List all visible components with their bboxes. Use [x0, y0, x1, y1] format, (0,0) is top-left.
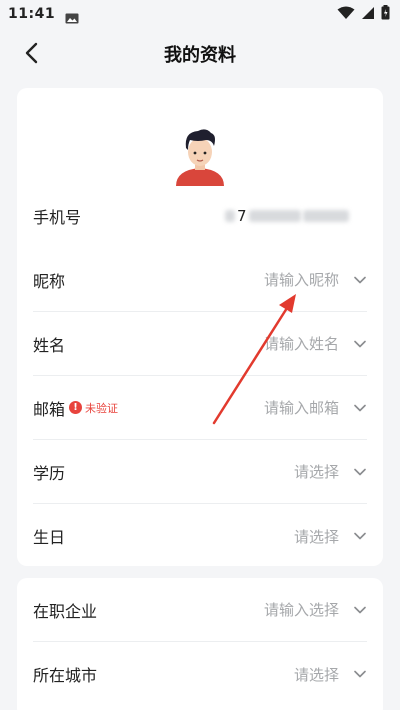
name-label: 姓名: [33, 335, 66, 355]
email-label: 邮箱: [33, 399, 66, 419]
status-time: 11:41: [8, 6, 56, 22]
chevron-down-icon: [353, 465, 367, 479]
image-icon: [65, 9, 79, 23]
email-row[interactable]: 邮箱 ! 未验证 请输入邮箱: [33, 376, 367, 440]
unverified-badge: ! 未验证: [69, 400, 118, 416]
city-row[interactable]: 所在城市 请选择: [33, 642, 367, 706]
birthday-select[interactable]: 请选择: [294, 526, 339, 547]
email-input[interactable]: 请输入邮箱: [264, 397, 339, 418]
phone-value-digit: 7: [237, 207, 247, 225]
avatar[interactable]: [172, 126, 228, 186]
status-bar: 11:41: [0, 0, 400, 28]
birthday-row[interactable]: 生日 请选择: [33, 504, 367, 568]
nickname-row[interactable]: 昵称 请输入昵称: [33, 248, 367, 312]
phone-row: 手机号 7: [33, 184, 367, 248]
chevron-down-icon: [353, 529, 367, 543]
education-row[interactable]: 学历 请选择: [33, 440, 367, 504]
page-title: 我的资料: [164, 45, 236, 66]
phone-label: 手机号: [33, 208, 82, 227]
unverified-text: 未验证: [85, 401, 119, 415]
city-select[interactable]: 请选择: [294, 664, 339, 685]
education-label: 学历: [33, 463, 66, 483]
chevron-down-icon: [353, 273, 367, 287]
nickname-input[interactable]: 请输入昵称: [264, 269, 339, 290]
company-row[interactable]: 在职企业 请输入选择: [33, 578, 367, 642]
chevron-down-icon: [353, 401, 367, 415]
company-input[interactable]: 请输入选择: [264, 599, 339, 620]
work-card: 在职企业 请输入选择 所在城市 请选择: [17, 578, 383, 710]
phone-value: 7: [225, 207, 349, 225]
chevron-down-icon: [353, 603, 367, 617]
city-label: 所在城市: [33, 666, 98, 685]
chevron-down-icon: [353, 337, 367, 351]
company-label: 在职企业: [33, 601, 98, 621]
profile-card: 手机号 7 昵称 请输入昵称 姓名 请输入姓名 邮箱 ! 未验证 请输入邮箱 学…: [17, 88, 383, 566]
education-select[interactable]: 请选择: [294, 461, 339, 482]
nickname-label: 昵称: [33, 271, 66, 291]
name-row[interactable]: 姓名 请输入姓名: [33, 312, 367, 376]
battery-icon: [381, 4, 390, 24]
name-input[interactable]: 请输入姓名: [264, 333, 339, 354]
signal-icon: [361, 5, 375, 24]
avatar-illustration: [176, 129, 224, 186]
nav-bar: 我的资料: [0, 28, 400, 78]
birthday-label: 生日: [33, 528, 66, 547]
warning-icon: !: [69, 401, 83, 414]
wifi-icon: [337, 5, 355, 24]
chevron-down-icon: [353, 667, 367, 681]
